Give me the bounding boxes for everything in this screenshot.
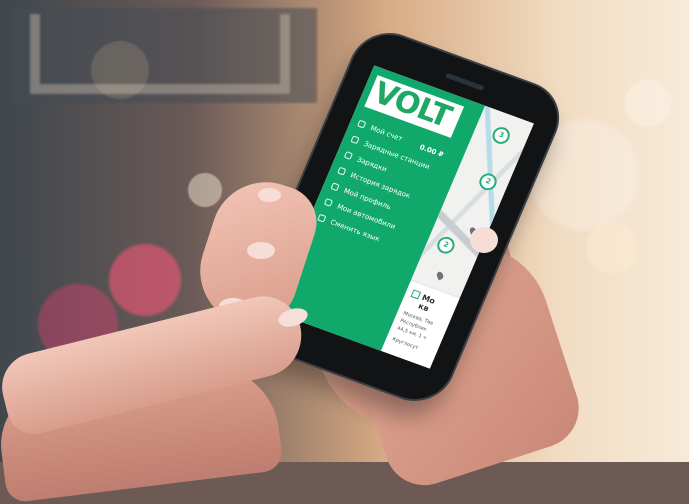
history-icon: [337, 166, 347, 176]
car-icon: [323, 198, 334, 207]
blurred-window-frame: [30, 14, 290, 94]
map-marker-cluster[interactable]: 2: [476, 171, 500, 193]
logo-text: VOLT: [368, 75, 456, 135]
location-icon: [350, 135, 360, 145]
account-balance: 0.00 ₽: [418, 143, 445, 159]
finger-nail: [470, 227, 498, 253]
menu-item-account-label: Мой счет: [369, 124, 404, 144]
map-marker-cluster[interactable]: 2: [434, 234, 458, 256]
wallet-icon: [357, 119, 367, 129]
map-pin-icon[interactable]: [435, 270, 445, 281]
plug-icon: [343, 151, 354, 160]
map-marker-cluster[interactable]: 3: [489, 124, 513, 147]
globe-icon: [317, 213, 327, 223]
station-hours: Круглосут: [391, 336, 420, 352]
thumb-nail: [258, 188, 281, 202]
menu-item-charges-label: Зарядки: [355, 155, 389, 174]
station-type-icon: [410, 289, 422, 300]
finger-nail: [247, 242, 275, 259]
user-icon: [330, 182, 340, 192]
phone-speaker: [445, 72, 485, 91]
station-title: Мо кв: [417, 293, 437, 314]
